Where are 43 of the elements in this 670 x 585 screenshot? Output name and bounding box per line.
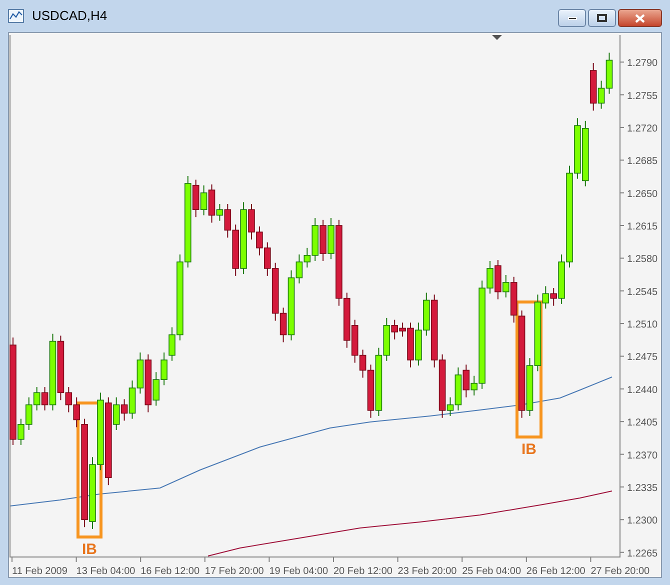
time-label: 25 Feb 04:00 — [462, 566, 522, 577]
candlestick — [462, 364, 470, 398]
candlestick — [112, 396, 120, 430]
candlestick — [200, 184, 208, 216]
price-label: 1.2790 — [627, 58, 658, 70]
price-label: 1.2685 — [627, 156, 658, 168]
price-label: 1.2335 — [627, 482, 658, 494]
time-label: 23 Feb 20:00 — [398, 566, 457, 577]
close-button[interactable] — [618, 9, 662, 27]
price-label: 1.2580 — [627, 254, 658, 266]
price-label: 1.2615 — [627, 222, 658, 232]
annotation-label: IB — [82, 541, 97, 558]
candlestick — [502, 274, 510, 298]
price-label: 1.2300 — [627, 516, 658, 527]
time-label: 17 Feb 20:00 — [204, 566, 264, 577]
close-icon — [635, 14, 645, 22]
price-label: 1.2440 — [627, 384, 658, 396]
price-label: 1.2510 — [627, 320, 658, 331]
candlestick — [120, 398, 128, 422]
minimize-button[interactable] — [558, 9, 586, 27]
time-label: 13 Feb 04:00 — [76, 566, 136, 577]
candlestick — [41, 386, 48, 411]
price-label: 1.2755 — [627, 90, 658, 102]
shift-marker-icon — [492, 35, 502, 40]
price-label: 1.2265 — [627, 548, 658, 560]
price-label: 1.2475 — [627, 352, 658, 364]
time-label: 27 Feb 20:00 — [590, 566, 650, 577]
window-title: USDCAD,H4 — [32, 7, 108, 26]
price-label: 1.2545 — [627, 286, 658, 298]
price-label: 1.2720 — [627, 123, 658, 134]
time-label: 26 Feb 12:00 — [526, 566, 586, 577]
price-label: 1.2650 — [627, 188, 658, 200]
chart-window-icon — [8, 9, 24, 23]
time-label: 20 Feb 12:00 — [334, 566, 392, 577]
restore-button[interactable] — [588, 9, 616, 27]
time-label: 19 Feb 04:00 — [269, 566, 328, 577]
candlestick — [216, 204, 224, 222]
annotation-label: IB — [522, 441, 536, 458]
time-label: 11 Feb 2009 — [12, 566, 68, 577]
price-label: 1.2370 — [627, 450, 658, 462]
time-label: 16 Feb 12:00 — [140, 566, 200, 577]
candlestick — [550, 288, 557, 306]
price-label: 1.2405 — [627, 418, 658, 429]
